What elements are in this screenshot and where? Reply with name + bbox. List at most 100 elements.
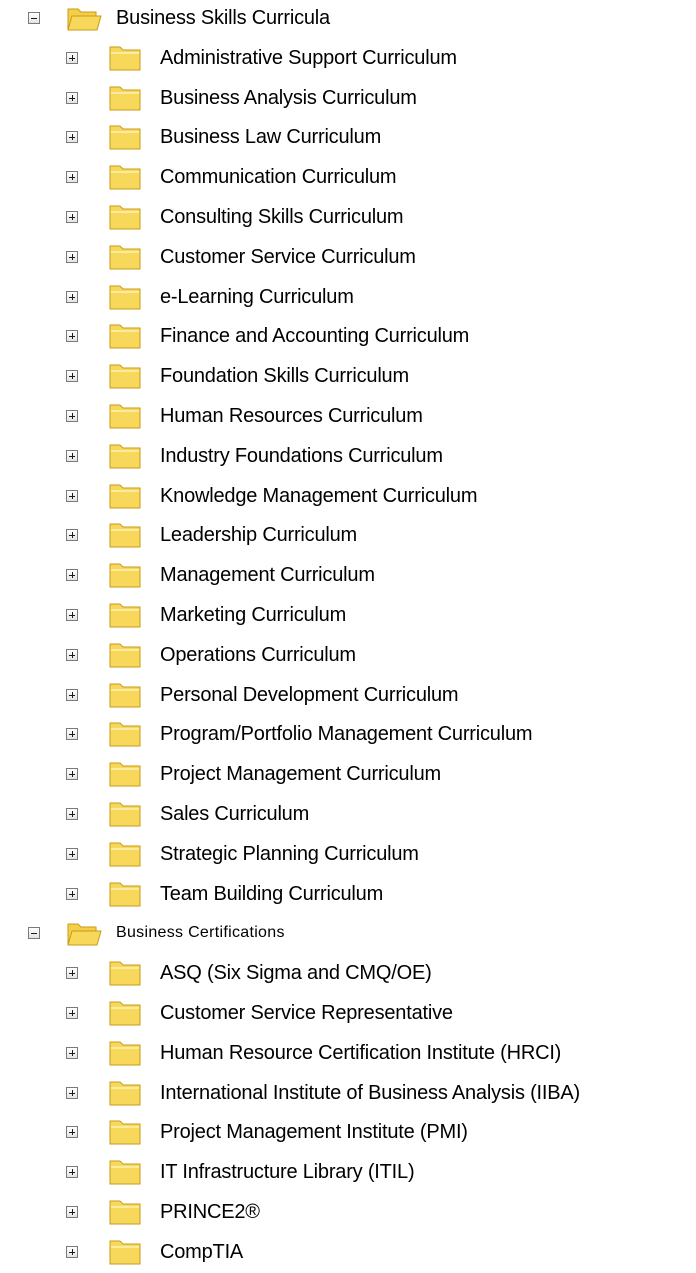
tree-item-label[interactable]: CompTIA (160, 1240, 243, 1264)
tree-item-label[interactable]: Industry Foundations Curriculum (160, 444, 443, 468)
tree-item-label[interactable]: Business Law Curriculum (160, 125, 381, 149)
expand-toggle[interactable] (66, 648, 78, 661)
tree-item-asq-six-sigma-and-cmq-oe[interactable]: ASQ (Six Sigma and CMQ/OE) (0, 953, 696, 993)
tree-item-it-infrastructure-library-itil[interactable]: IT Infrastructure Library (ITIL) (0, 1152, 696, 1192)
expand-toggle[interactable] (66, 847, 78, 860)
expand-toggle[interactable] (66, 449, 78, 462)
tree-root-business-certifications[interactable]: Business Certifications (0, 913, 696, 953)
expand-toggle[interactable] (66, 131, 78, 144)
toggle-vertical-bar (72, 492, 73, 499)
tree-item-sales-curriculum[interactable]: Sales Curriculum (0, 794, 696, 834)
tree-item-label[interactable]: Finance and Accounting Curriculum (160, 324, 469, 348)
tree-item-business-analysis-curriculum[interactable]: Business Analysis Curriculum (0, 78, 696, 118)
tree-item-e-learning-curriculum[interactable]: e-Learning Curriculum (0, 277, 696, 317)
tree-item-label[interactable]: IT Infrastructure Library (ITIL) (160, 1160, 415, 1184)
expand-toggle[interactable] (66, 1166, 78, 1179)
expand-toggle[interactable] (66, 1086, 78, 1099)
tree-item-business-law-curriculum[interactable]: Business Law Curriculum (0, 117, 696, 157)
tree-root-label[interactable]: Business Skills Curricula (116, 6, 330, 30)
tree-item-label[interactable]: Business Analysis Curriculum (160, 86, 417, 110)
tree-item-label[interactable]: Personal Development Curriculum (160, 683, 459, 707)
tree-item-label[interactable]: Customer Service Representative (160, 1001, 453, 1025)
expand-toggle[interactable] (66, 1046, 78, 1059)
tree-item-comptia[interactable]: CompTIA (0, 1232, 696, 1272)
tree-item-project-management-curriculum[interactable]: Project Management Curriculum (0, 754, 696, 794)
expand-toggle[interactable] (66, 967, 78, 980)
tree-item-foundation-skills-curriculum[interactable]: Foundation Skills Curriculum (0, 356, 696, 396)
tree-item-label[interactable]: e-Learning Curriculum (160, 285, 354, 309)
tree-item-personal-development-curriculum[interactable]: Personal Development Curriculum (0, 675, 696, 715)
tree-item-human-resource-certification-institute-hrci[interactable]: Human Resource Certification Institute (… (0, 1033, 696, 1073)
tree-root-business-skills-curricula[interactable]: Business Skills Curricula (0, 0, 696, 38)
tree-item-team-building-curriculum[interactable]: Team Building Curriculum (0, 874, 696, 914)
tree-item-label[interactable]: Customer Service Curriculum (160, 245, 416, 269)
collapse-toggle[interactable] (28, 12, 40, 24)
expand-toggle[interactable] (66, 489, 78, 502)
tree-item-label[interactable]: ASQ (Six Sigma and CMQ/OE) (160, 961, 432, 985)
tree-item-customer-service-representative[interactable]: Customer Service Representative (0, 993, 696, 1033)
expand-toggle[interactable] (66, 688, 78, 701)
tree-item-label[interactable]: Team Building Curriculum (160, 882, 383, 906)
tree-item-consulting-skills-curriculum[interactable]: Consulting Skills Curriculum (0, 197, 696, 237)
expand-toggle[interactable] (66, 1126, 78, 1139)
tree-item-management-curriculum[interactable]: Management Curriculum (0, 555, 696, 595)
expand-toggle[interactable] (66, 290, 78, 303)
tree-item-label[interactable]: Project Management Curriculum (160, 762, 441, 786)
tree-item-label[interactable]: Foundation Skills Curriculum (160, 364, 409, 388)
tree-item-label[interactable]: Project Management Institute (PMI) (160, 1120, 468, 1144)
tree-item-label[interactable]: PRINCE2® (160, 1200, 260, 1224)
tree-item-label[interactable]: Leadership Curriculum (160, 523, 357, 547)
tree-item-label[interactable]: Consulting Skills Curriculum (160, 205, 404, 229)
folder-icon (109, 444, 141, 469)
tree-item-international-institute-of-business-analysis-iiba[interactable]: International Institute of Business Anal… (0, 1073, 696, 1113)
expand-toggle[interactable] (66, 250, 78, 263)
tree-item-label[interactable]: Operations Curriculum (160, 643, 356, 667)
tree-item-label[interactable]: International Institute of Business Anal… (160, 1081, 580, 1105)
tree-item-label[interactable]: Administrative Support Curriculum (160, 46, 457, 70)
tree-item-administrative-support-curriculum[interactable]: Administrative Support Curriculum (0, 38, 696, 78)
tree-item-leadership-curriculum[interactable]: Leadership Curriculum (0, 515, 696, 555)
expand-toggle[interactable] (66, 728, 78, 741)
expand-toggle[interactable] (66, 569, 78, 582)
tree-item-label[interactable]: Strategic Planning Curriculum (160, 842, 419, 866)
tree-item-marketing-curriculum[interactable]: Marketing Curriculum (0, 595, 696, 635)
tree-item-label[interactable]: Communication Curriculum (160, 165, 397, 189)
expand-toggle[interactable] (66, 330, 78, 343)
expand-toggle[interactable] (66, 91, 78, 104)
expand-toggle[interactable] (66, 1245, 78, 1258)
tree-item-project-management-institute-pmi[interactable]: Project Management Institute (PMI) (0, 1112, 696, 1152)
tree-item-customer-service-curriculum[interactable]: Customer Service Curriculum (0, 237, 696, 277)
tree-root-label[interactable]: Business Certifications (116, 921, 285, 945)
collapse-toggle[interactable] (28, 927, 40, 940)
tree-item-label[interactable]: Sales Curriculum (160, 802, 309, 826)
expand-toggle[interactable] (66, 808, 78, 820)
expand-toggle[interactable] (66, 1206, 78, 1218)
expand-toggle[interactable] (66, 370, 78, 383)
tree-item-knowledge-management-curriculum[interactable]: Knowledge Management Curriculum (0, 476, 696, 516)
toggle-vertical-bar (72, 333, 73, 340)
tree-item-operations-curriculum[interactable]: Operations Curriculum (0, 635, 696, 675)
tree-item-label[interactable]: Management Curriculum (160, 563, 375, 587)
tree-item-label[interactable]: Marketing Curriculum (160, 603, 346, 627)
toggle-vertical-bar (72, 1129, 73, 1136)
tree-item-label[interactable]: Human Resources Curriculum (160, 404, 423, 428)
tree-item-label[interactable]: Program/Portfolio Management Curriculum (160, 722, 533, 746)
expand-toggle[interactable] (66, 529, 78, 542)
expand-toggle[interactable] (66, 1007, 78, 1019)
tree-item-communication-curriculum[interactable]: Communication Curriculum (0, 157, 696, 197)
tree-item-label[interactable]: Human Resource Certification Institute (… (160, 1041, 561, 1065)
expand-toggle[interactable] (66, 410, 78, 422)
expand-toggle[interactable] (66, 211, 78, 223)
expand-toggle[interactable] (66, 768, 78, 781)
expand-toggle[interactable] (66, 171, 78, 184)
tree-item-industry-foundations-curriculum[interactable]: Industry Foundations Curriculum (0, 436, 696, 476)
tree-item-strategic-planning-curriculum[interactable]: Strategic Planning Curriculum (0, 834, 696, 874)
expand-toggle[interactable] (66, 51, 78, 64)
expand-toggle[interactable] (66, 887, 78, 900)
tree-item-finance-and-accounting-curriculum[interactable]: Finance and Accounting Curriculum (0, 316, 696, 356)
expand-toggle[interactable] (66, 609, 78, 621)
tree-item-human-resources-curriculum[interactable]: Human Resources Curriculum (0, 396, 696, 436)
tree-item-label[interactable]: Knowledge Management Curriculum (160, 484, 477, 508)
tree-item-program-portfolio-management-curriculum[interactable]: Program/Portfolio Management Curriculum (0, 714, 696, 754)
tree-item-prince2[interactable]: PRINCE2® (0, 1192, 696, 1232)
